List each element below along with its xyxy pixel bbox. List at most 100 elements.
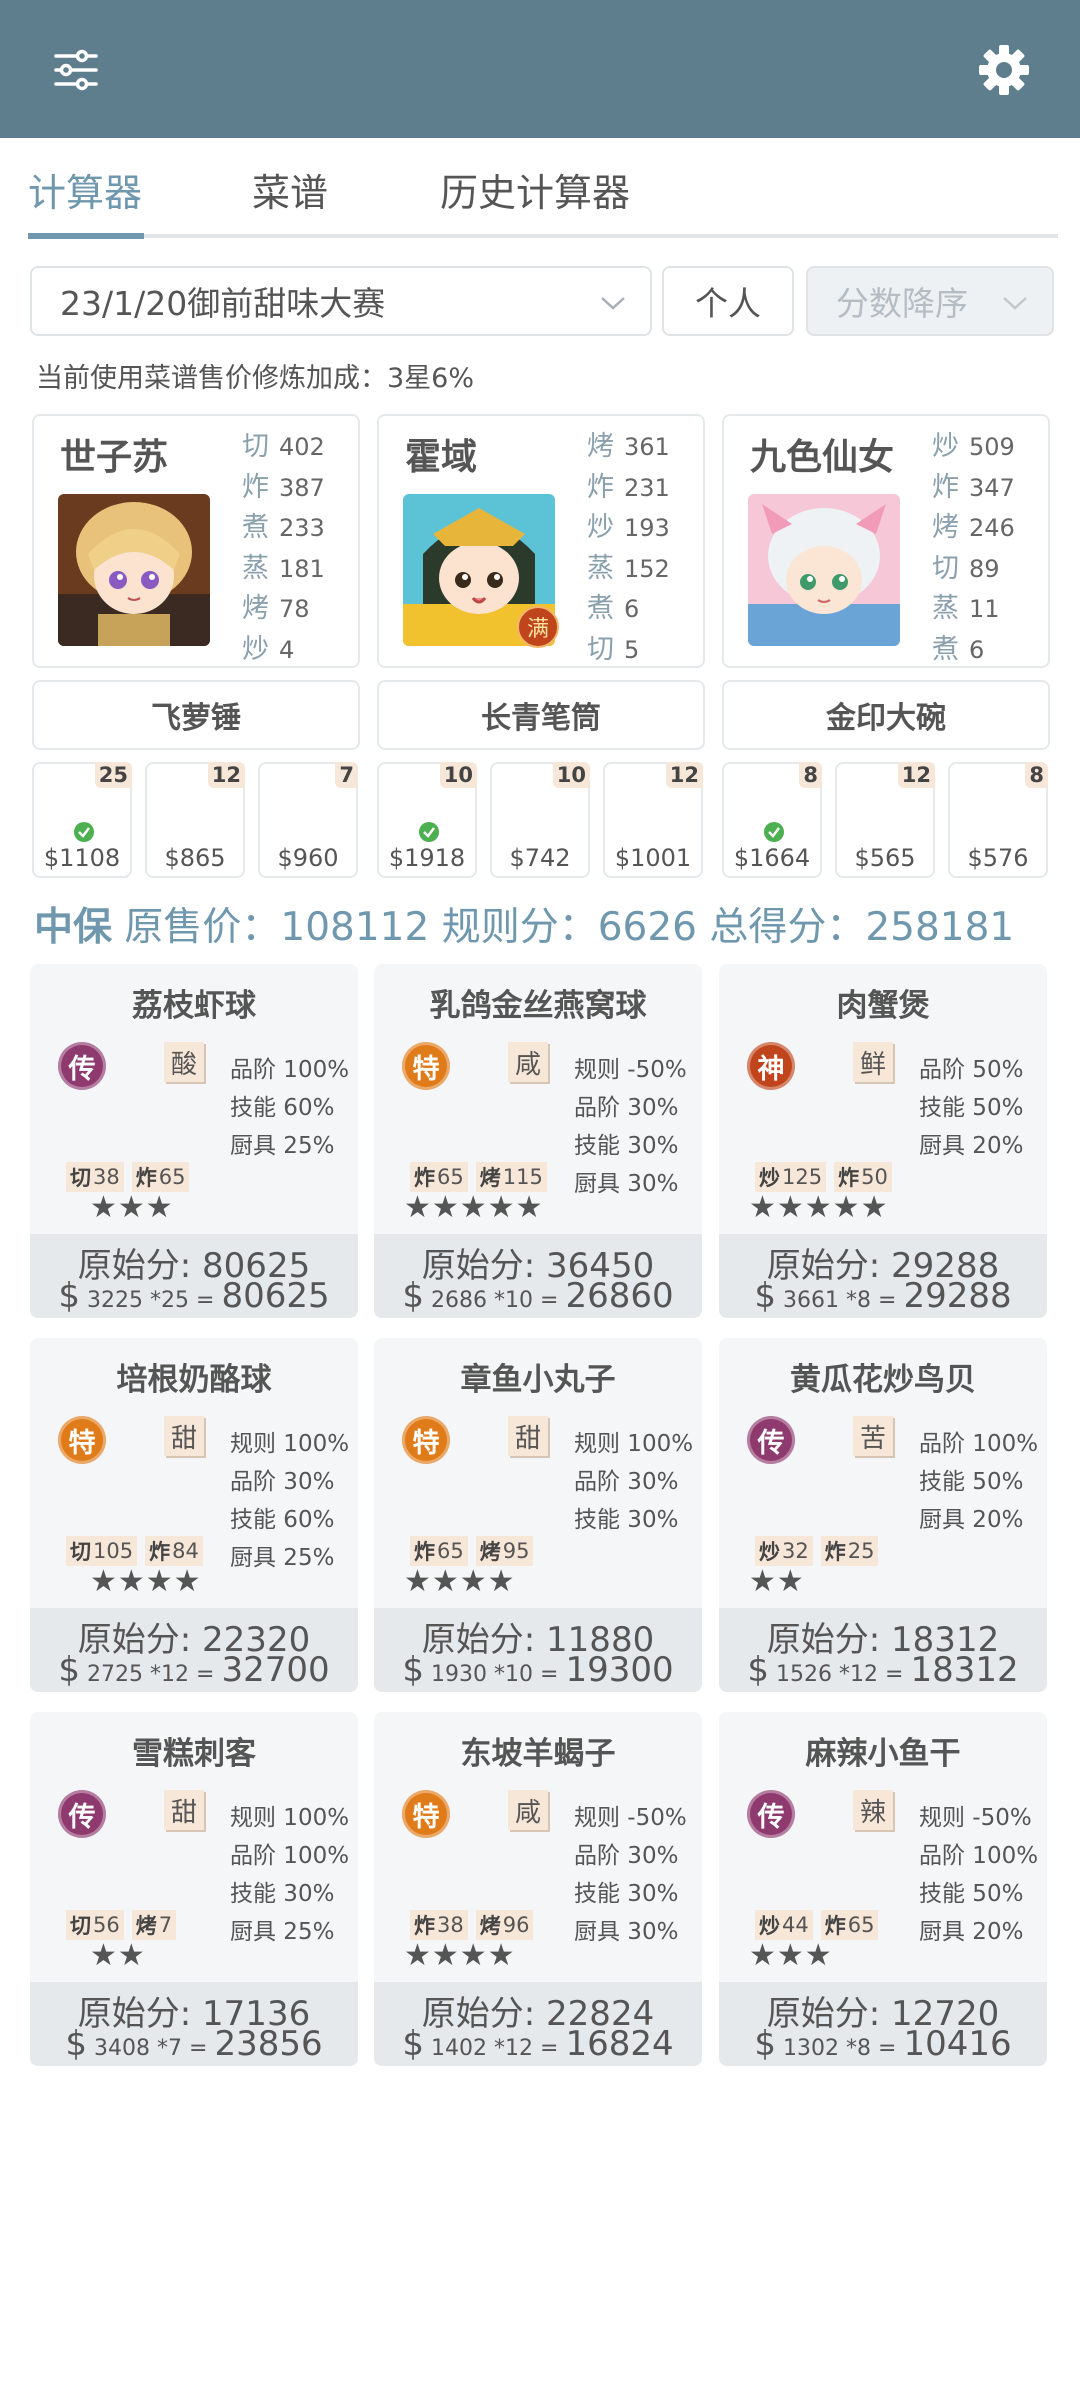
skill-requirement: 炸 65 <box>131 1162 190 1192</box>
score-summary-text: 原售价：108112 规则分：6626 总得分：258181 <box>124 905 1015 950</box>
equipment-slot-1[interactable]: 飞萝锤 <box>32 680 360 750</box>
skill-type: 蒸 <box>932 593 959 625</box>
skill-value: 38 <box>437 1913 464 1937</box>
rarity-badge: 传 <box>747 1416 795 1464</box>
skill-type: 蒸 <box>242 552 269 584</box>
skill-type: 炸 <box>414 1914 435 1938</box>
dollar-icon: $ <box>754 1276 777 1316</box>
quantity-badge: 12 <box>665 762 703 788</box>
score-panel: 原始分: 80625 $ 3225 *25 = 80625 <box>30 1234 358 1318</box>
skill-row: 炒 193 <box>587 505 670 546</box>
skill-value: 96 <box>502 1913 530 1937</box>
skill-type: 炸 <box>242 471 269 503</box>
recipe-card[interactable]: 黄瓜花炒鸟贝传苦品阶 100% 技能 50% 厨具 20% 炒 32 炸 25 ★★ 原始分: … <box>719 1338 1047 1692</box>
personal-mode-button[interactable]: 个人 <box>662 266 794 336</box>
dollar-icon: $ <box>754 2024 777 2064</box>
chef-card-3[interactable]: 九色仙女 炒 509 炸 347 烤 246 切 89 蒸 11 煮6 <box>722 414 1050 668</box>
equals-sign: = <box>189 2036 208 2061</box>
skill-value: 65 <box>437 1539 464 1563</box>
bonus-line: 规则 -50% <box>574 1805 687 1831</box>
rarity-badge: 特 <box>402 1416 450 1464</box>
skill-requirements: 切 56 烤 7 <box>66 1910 177 1940</box>
skill-type: 炸 <box>838 1166 860 1190</box>
recipe-price-box[interactable]: 12 $1001 <box>603 762 703 878</box>
recipe-card[interactable]: 东坡羊蝎子特咸规则 -50% 品阶 30% 技能 30% 厨具 30% 炸 38 烤 96 ★★… <box>374 1712 702 2066</box>
skill-requirements: 炸 65 烤 95 <box>410 1536 534 1566</box>
recipe-price-box[interactable]: 12 $565 <box>835 762 935 878</box>
chef-skill-list: 切 402 炸 387 煮 233 蒸 181 烤 78 炒4 <box>242 424 325 668</box>
price-value: $576 <box>967 844 1029 872</box>
sort-select[interactable]: 分数降序 <box>806 266 1054 336</box>
bonus-line: 技能 60% <box>230 1095 335 1121</box>
equipment-slot-2[interactable]: 长青笔筒 <box>377 680 705 750</box>
recipe-price-box[interactable]: 10 $742 <box>490 762 590 878</box>
skill-value: 65 <box>158 1165 186 1189</box>
unit-price-multiplier: 3225 *25 <box>87 1288 196 1313</box>
skill-value: 246 <box>969 514 1015 543</box>
equipment-slot-3[interactable]: 金印大碗 <box>722 680 1050 750</box>
filter-settings-button[interactable] <box>36 30 116 110</box>
bonus-line: 品阶 30% <box>230 1469 335 1495</box>
skill-value: 402 <box>279 433 325 461</box>
tab-history-calculator[interactable]: 历史计算器 <box>440 162 630 217</box>
bonus-list: 规则 100% 品阶 30% 技能 30% <box>574 1424 693 1538</box>
recipe-name: 麻辣小鱼干 <box>805 1736 961 1772</box>
skill-value: 509 <box>969 433 1015 461</box>
recipe-card[interactable]: 荔枝虾球传酸品阶 100% 技能 60% 厨具 25% 切 38 炸 65 ★★★ 原始分: 8… <box>30 964 358 1318</box>
recipe-price-box[interactable]: 8 $576 <box>948 762 1048 878</box>
rarity-badge: 传 <box>58 1042 106 1090</box>
price-value: $960 <box>277 844 339 872</box>
unit-price-multiplier: 3408 *7 <box>94 2036 189 2061</box>
unit-price-multiplier: 1526 *12 <box>776 1662 885 1687</box>
chef-card-2[interactable]: 霍域 满 烤 361 炸 231 炒 193 蒸 152 煮6 切5 <box>377 414 705 668</box>
recipe-price-box[interactable]: 25 $1108 <box>32 762 132 878</box>
bonus-line: 技能 30% <box>574 1881 679 1907</box>
tab-recipes[interactable]: 菜谱 <box>252 162 328 217</box>
skill-type: 切 <box>70 1540 91 1564</box>
skill-row: 烤 78 <box>242 586 325 627</box>
equals-sign: = <box>196 1288 215 1313</box>
tab-calculator[interactable]: 计算器 <box>28 162 142 217</box>
bonus-line: 规则 100% <box>230 1805 350 1831</box>
settings-button[interactable] <box>964 30 1044 110</box>
score-summary: 中保 原售价：108112 规则分：6626 总得分：258181 <box>34 896 1014 952</box>
flavor-tag: 咸 <box>508 1790 548 1830</box>
bonus-line: 品阶 100% <box>230 1057 350 1083</box>
contest-select[interactable]: 23/1/20御前甜味大赛 <box>30 266 652 336</box>
price-formula: $ 1930 *10 = 19300 <box>374 1650 702 1690</box>
recipe-stars: ★★ <box>90 1938 146 1973</box>
skill-value: 38 <box>93 1165 120 1189</box>
recipe-price-box[interactable]: 7 $960 <box>258 762 358 878</box>
chef-card-1[interactable]: 世子苏 切 402 炸 387 煮 233 蒸 181 烤 78 炒4 <box>32 414 360 668</box>
recipe-card[interactable]: 章鱼小丸子特甜规则 100% 品阶 30% 技能 30% 炸 65 烤 95 ★★★★ 原始分:… <box>374 1338 702 1692</box>
flavor-tag: 咸 <box>508 1042 548 1082</box>
sliders-icon <box>54 49 98 91</box>
recipe-price-box[interactable]: 8 $1664 <box>722 762 822 878</box>
skill-row: 切 402 <box>242 424 325 465</box>
skill-requirement: 炸 65 <box>410 1162 468 1192</box>
quantity-badge: 8 <box>1025 762 1048 788</box>
chef-avatar <box>58 494 210 646</box>
bonus-line: 技能 30% <box>574 1507 679 1533</box>
skill-type: 炸 <box>824 1540 846 1564</box>
recipe-card[interactable]: 肉蟹煲神鲜品阶 50% 技能 50% 厨具 20% 炒 125 炸 50 ★★★★★ 原始分: … <box>719 964 1047 1318</box>
quantity-badge: 10 <box>552 762 590 788</box>
skill-row: 煮6 <box>932 627 1015 668</box>
price-formula: $ 1302 *8 = 10416 <box>719 2024 1047 2064</box>
recipe-price-box[interactable]: 10 $1918 <box>377 762 477 878</box>
sort-select-value: 分数降序 <box>836 284 968 323</box>
skill-row: 炒4 <box>242 627 325 668</box>
recipe-card[interactable]: 培根奶酪球特甜规则 100% 品阶 30% 技能 60% 厨具 25% 切 105 炸 84 ★… <box>30 1338 358 1692</box>
skill-type: 烤 <box>932 512 959 544</box>
recipe-card[interactable]: 麻辣小鱼干传辣规则 -50% 品阶 100% 技能 50% 厨具 20% 炒 44 炸 65 ★… <box>719 1712 1047 2066</box>
skill-value: 125 <box>782 1165 823 1189</box>
recipe-card[interactable]: 雪糕刺客传甜规则 100% 品阶 100% 技能 30% 厨具 25% 切 56 烤 7 ★★ 原… <box>30 1712 358 2066</box>
skill-requirements: 炒 125 炸 50 <box>755 1162 892 1192</box>
max-level-badge: 满 <box>517 606 559 648</box>
recipe-price-box[interactable]: 12 $865 <box>145 762 245 878</box>
bonus-line: 规则 100% <box>574 1431 694 1457</box>
price-formula: $ 2686 *10 = 26860 <box>374 1276 702 1316</box>
price-value: $742 <box>509 844 571 872</box>
bonus-line: 技能 30% <box>574 1133 679 1159</box>
recipe-card[interactable]: 乳鸽金丝燕窝球特咸规则 -50% 品阶 30% 技能 30% 厨具 30% 炸 65 烤 11… <box>374 964 702 1318</box>
